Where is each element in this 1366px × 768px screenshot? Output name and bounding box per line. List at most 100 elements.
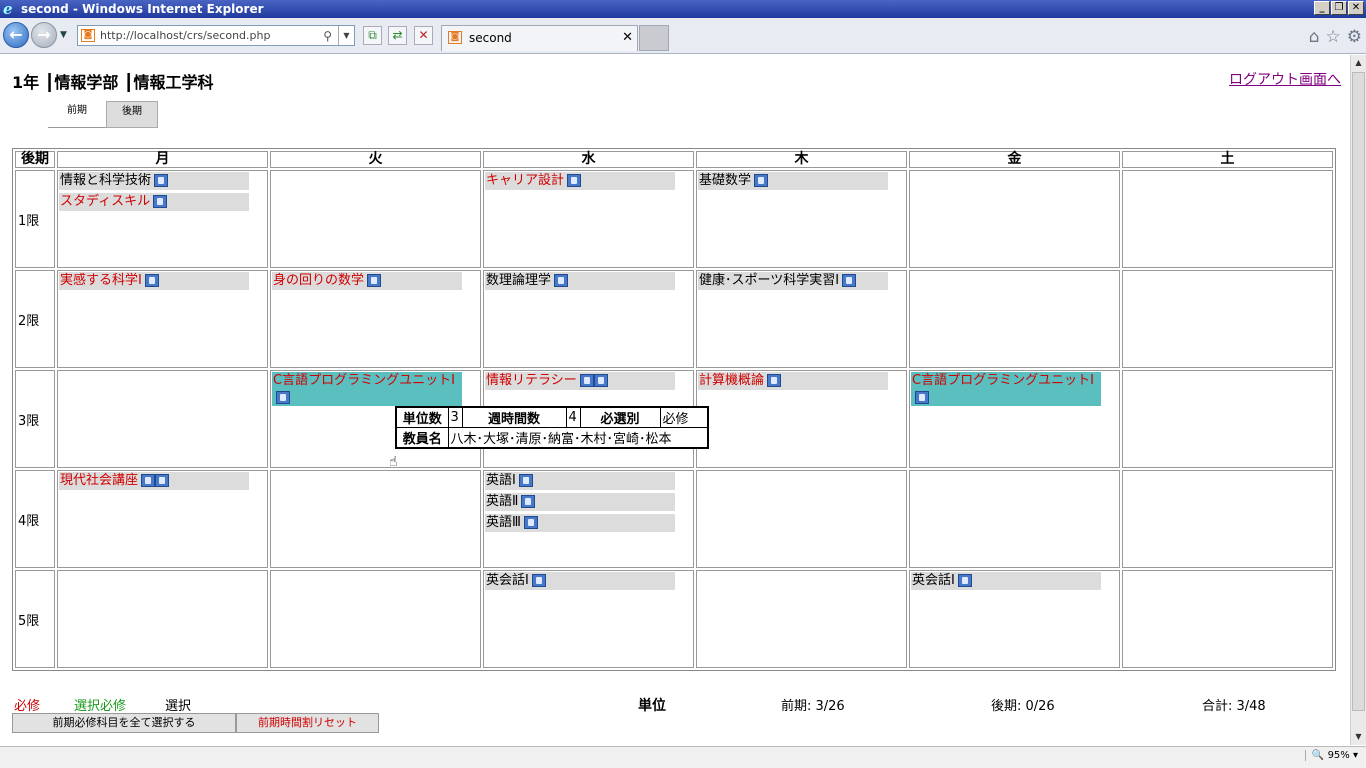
- course-item[interactable]: 健康･スポーツ科学実習Ⅰ: [698, 272, 888, 290]
- close-tab-icon[interactable]: ✕: [622, 26, 633, 50]
- course-name: 現代社会講座: [60, 473, 139, 488]
- info-icon[interactable]: [531, 574, 546, 587]
- course-item[interactable]: 英語Ⅱ: [485, 493, 675, 511]
- slot-mon-5: [57, 570, 268, 668]
- select-all-required-button[interactable]: 前期必修科目を全て選択する: [12, 713, 236, 733]
- slot-tue-1: [270, 170, 481, 268]
- info-icon[interactable]: [276, 391, 290, 404]
- day-header-sat: 土: [1122, 151, 1333, 168]
- course-item[interactable]: 現代社会講座: [59, 472, 249, 490]
- window-title: second - Windows Internet Explorer: [21, 2, 264, 16]
- info-icon[interactable]: [518, 474, 533, 487]
- info-icon[interactable]: [155, 474, 170, 487]
- period-label: 1限: [15, 170, 55, 268]
- info-icon[interactable]: [593, 374, 608, 387]
- course-detail-tooltip: 単位数 3 週時間数 4 必選別 必修 教員名 八木･大塚･清原･納富･木村･宮…: [395, 406, 709, 449]
- info-icon[interactable]: [367, 274, 382, 287]
- restore-button[interactable]: ❐: [1331, 1, 1347, 15]
- slot-tue-5: [270, 570, 481, 668]
- course-name: 数理論理学: [486, 273, 552, 288]
- course-item[interactable]: スタディスキル: [59, 193, 249, 211]
- course-item[interactable]: キャリア設計: [485, 172, 675, 190]
- info-icon[interactable]: [767, 374, 782, 387]
- status-bar: 🔍 95% ▾: [0, 746, 1366, 768]
- day-header-fri: 金: [909, 151, 1120, 168]
- course-item[interactable]: 数理論理学: [485, 272, 675, 290]
- history-dropdown-icon[interactable]: ▼: [60, 30, 67, 40]
- slot-sat-5: [1122, 570, 1333, 668]
- info-icon[interactable]: [754, 174, 769, 187]
- slot-thu-1: 基礎数学: [696, 170, 907, 268]
- slot-thu-2: 健康･スポーツ科学実習Ⅰ: [696, 270, 907, 368]
- course-name: 基礎数学: [699, 173, 752, 188]
- home-icon[interactable]: ⌂: [1309, 27, 1320, 47]
- course-item[interactable]: 実感する科学Ⅰ: [59, 272, 249, 290]
- info-icon[interactable]: [144, 274, 159, 287]
- stop-icon[interactable]: ✕: [414, 26, 433, 45]
- course-item[interactable]: 英語Ⅲ: [485, 514, 675, 532]
- type-value: 必修: [659, 406, 709, 428]
- info-icon[interactable]: [141, 474, 156, 487]
- tab-second-term[interactable]: 後期: [106, 101, 158, 128]
- info-icon[interactable]: [523, 516, 538, 529]
- course-name: 英会話Ⅰ: [912, 573, 955, 588]
- info-icon[interactable]: [842, 274, 857, 287]
- tab-first-term[interactable]: 前期: [48, 101, 106, 128]
- course-item[interactable]: 情報リテラシー: [485, 372, 675, 390]
- address-bar[interactable]: ◙ http://localhost/crs/second.php ⚲ ▼: [77, 25, 355, 46]
- search-icon[interactable]: ⚲: [323, 27, 332, 46]
- scroll-down-icon[interactable]: ▼: [1351, 729, 1366, 745]
- vertical-scrollbar[interactable]: ▲ ▼: [1350, 55, 1366, 745]
- info-icon[interactable]: [554, 274, 569, 287]
- teachers-label: 教員名: [395, 427, 449, 449]
- logout-link[interactable]: ログアウト画面へ: [1229, 69, 1341, 89]
- new-tab-button[interactable]: [639, 25, 669, 51]
- info-icon[interactable]: [521, 495, 536, 508]
- course-item[interactable]: 情報と科学技術: [59, 172, 249, 190]
- address-dropdown-icon[interactable]: ▼: [338, 26, 354, 45]
- course-item[interactable]: 英会話Ⅰ: [911, 572, 1101, 590]
- close-button[interactable]: ✕: [1348, 1, 1364, 15]
- info-icon[interactable]: [579, 374, 594, 387]
- back-button[interactable]: ←: [3, 22, 29, 48]
- info-icon[interactable]: [153, 195, 168, 208]
- minimize-button[interactable]: _: [1314, 1, 1330, 15]
- course-item[interactable]: 英会話Ⅰ: [485, 572, 675, 590]
- refresh-icon[interactable]: ⇄: [388, 26, 407, 45]
- slot-sat-1: [1122, 170, 1333, 268]
- info-icon[interactable]: [915, 391, 929, 404]
- forward-button[interactable]: →: [31, 22, 57, 48]
- course-name: スタディスキル: [60, 194, 151, 209]
- course-item-selected[interactable]: C言語プログラミングユニットⅠ: [911, 372, 1101, 406]
- course-item[interactable]: 身の回りの数学: [272, 272, 462, 290]
- course-item[interactable]: 計算機概論: [698, 372, 888, 390]
- course-item-selected[interactable]: C言語プログラミングユニットⅠ: [272, 372, 462, 406]
- slot-tue-2: 身の回りの数学: [270, 270, 481, 368]
- info-icon[interactable]: [957, 574, 972, 587]
- tab-title: second: [469, 31, 512, 45]
- zoom-control[interactable]: 🔍 95% ▾: [1304, 750, 1358, 761]
- favorites-star-icon[interactable]: ☆: [1326, 27, 1341, 47]
- slot-thu-4: [696, 470, 907, 568]
- course-name: 英語Ⅱ: [486, 494, 519, 509]
- compat-view-icon[interactable]: ⧉: [363, 26, 382, 45]
- tab-favicon-icon: ◙: [448, 31, 462, 44]
- slot-tue-4: [270, 470, 481, 568]
- course-item[interactable]: 英語Ⅰ: [485, 472, 675, 490]
- slot-wed-1: キャリア設計: [483, 170, 694, 268]
- mouse-pointer-icon: ☝: [389, 454, 398, 470]
- scroll-up-icon[interactable]: ▲: [1351, 55, 1366, 71]
- reset-timetable-button[interactable]: 前期時間割リセット: [236, 713, 379, 733]
- info-icon[interactable]: [154, 174, 169, 187]
- browser-tab[interactable]: ◙ second ✕: [441, 25, 638, 51]
- course-item[interactable]: 基礎数学: [698, 172, 888, 190]
- slot-wed-4: 英語Ⅰ 英語Ⅱ 英語Ⅲ: [483, 470, 694, 568]
- info-icon[interactable]: [567, 174, 582, 187]
- hours-label: 週時間数: [461, 406, 567, 428]
- course-name: C言語プログラミングユニットⅠ: [273, 373, 455, 388]
- scroll-thumb[interactable]: [1352, 72, 1365, 711]
- slot-wed-2: 数理論理学: [483, 270, 694, 368]
- tools-gear-icon[interactable]: ⚙: [1347, 27, 1362, 47]
- day-header-mon: 月: [57, 151, 268, 168]
- legend-required: 必修: [14, 699, 41, 714]
